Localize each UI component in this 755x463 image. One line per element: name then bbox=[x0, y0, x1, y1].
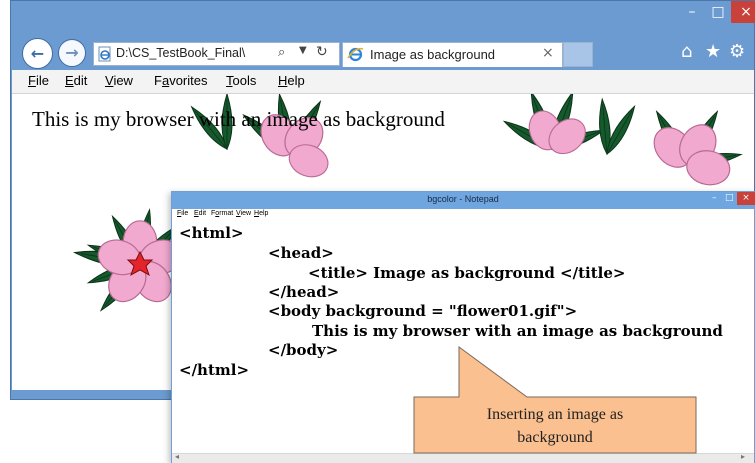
callout-line-2: background bbox=[517, 429, 593, 446]
callout-text: Inserting an image as background bbox=[416, 403, 694, 449]
callout-line-1: Inserting an image as bbox=[486, 406, 624, 423]
callout-bubble bbox=[413, 346, 697, 454]
